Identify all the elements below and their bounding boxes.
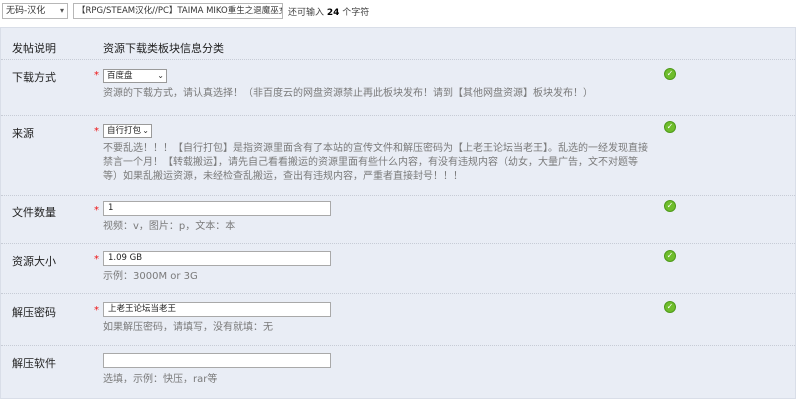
unzip-software-input[interactable] (103, 353, 331, 368)
header-text: 资源下载类板块信息分类 (103, 42, 224, 55)
software-help: 选填，示例：快压，rar等 (103, 374, 218, 385)
download-method-value: 百度盘 (107, 71, 133, 81)
count-label: 文件数量 (12, 206, 56, 219)
title-input[interactable]: 【RPG/STEAM汉化//PC】TAIMA MIKO重生之退魔巫女 (73, 3, 283, 19)
download-help: 资源的下载方式，请认真选择！（非百度云的网盘资源禁止再此板块发布！请到【其他网盘… (103, 88, 593, 99)
unzip-password-input[interactable]: 上老王论坛当老王 (103, 302, 331, 317)
resource-info-panel: 发帖说明 资源下载类板块信息分类 下载方式 * 百度盘 ⌄ 资源的下载方式，请认… (0, 27, 796, 399)
required-marker: * (94, 126, 99, 137)
row-file-count: 文件数量 * 1 视频：v，图片：p，文本：本 ✓ (1, 196, 795, 244)
post-title-bar: 无码-汉化 ▾ 【RPG/STEAM汉化//PC】TAIMA MIKO重生之退魔… (0, 0, 800, 22)
unzip-password-value: 上老王论坛当老王 (108, 304, 177, 314)
row-download-method: 下载方式 * 百度盘 ⌄ 资源的下载方式，请认真选择！（非百度云的网盘资源禁止再… (1, 60, 795, 116)
chevron-down-icon: ⌄ (157, 71, 164, 80)
remaining-chars: 还可输入 24 个字符 (288, 5, 369, 18)
required-marker: * (94, 70, 99, 81)
category-select[interactable]: 无码-汉化 ▾ (2, 3, 68, 19)
remaining-suffix: 个字符 (342, 8, 370, 18)
title-input-value: 【RPG/STEAM汉化//PC】TAIMA MIKO重生之退魔巫女 (77, 6, 283, 16)
file-count-input[interactable]: 1 (103, 201, 331, 216)
source-help: 不要乱选！！！【自行打包】是指资源里面含有了本站的宣传文件和解压密码为【上老王论… (103, 143, 648, 182)
row-unzip-software: 解压软件 选填，示例：快压，rar等 (1, 346, 795, 398)
check-circle-icon: ✓ (664, 68, 676, 80)
required-marker: * (94, 254, 99, 265)
required-marker: * (94, 205, 99, 216)
count-help: 视频：v，图片：p，文本：本 (103, 221, 236, 232)
remaining-prefix: 还可输入 (288, 8, 325, 18)
row-source: 来源 * 自行打包 ⌄ 不要乱选！！！【自行打包】是指资源里面含有了本站的宣传文… (1, 116, 795, 196)
panel-header-row: 发帖说明 资源下载类板块信息分类 (1, 28, 795, 60)
header-label: 发帖说明 (12, 42, 56, 55)
row-unzip-password: 解压密码 * 上老王论坛当老王 如果解压密码，请填写，没有就填：无 ✓ (1, 294, 795, 346)
file-count-value: 1 (108, 203, 114, 213)
resource-size-value: 1.09 GB (108, 253, 143, 263)
download-label: 下载方式 (12, 71, 56, 84)
source-value: 自行打包 (107, 126, 142, 136)
chevron-down-icon: ▾ (59, 6, 64, 15)
password-label: 解压密码 (12, 306, 56, 319)
resource-size-input[interactable]: 1.09 GB (103, 251, 331, 266)
size-help: 示例：3000M or 3G (103, 271, 198, 282)
remaining-count: 24 (326, 8, 340, 18)
check-circle-icon: ✓ (664, 250, 676, 262)
category-select-value: 无码-汉化 (6, 6, 46, 16)
software-label: 解压软件 (12, 357, 56, 370)
source-label: 来源 (12, 127, 34, 140)
required-marker: * (94, 305, 99, 316)
source-select[interactable]: 自行打包 ⌄ (103, 124, 152, 138)
check-circle-icon: ✓ (664, 200, 676, 212)
password-help: 如果解压密码，请填写，没有就填：无 (103, 322, 273, 333)
download-method-select[interactable]: 百度盘 ⌄ (103, 69, 167, 83)
row-resource-size: 资源大小 * 1.09 GB 示例：3000M or 3G ✓ (1, 244, 795, 294)
size-label: 资源大小 (12, 255, 56, 268)
chevron-down-icon: ⌄ (142, 126, 149, 135)
check-circle-icon: ✓ (664, 121, 676, 133)
check-circle-icon: ✓ (664, 301, 676, 313)
